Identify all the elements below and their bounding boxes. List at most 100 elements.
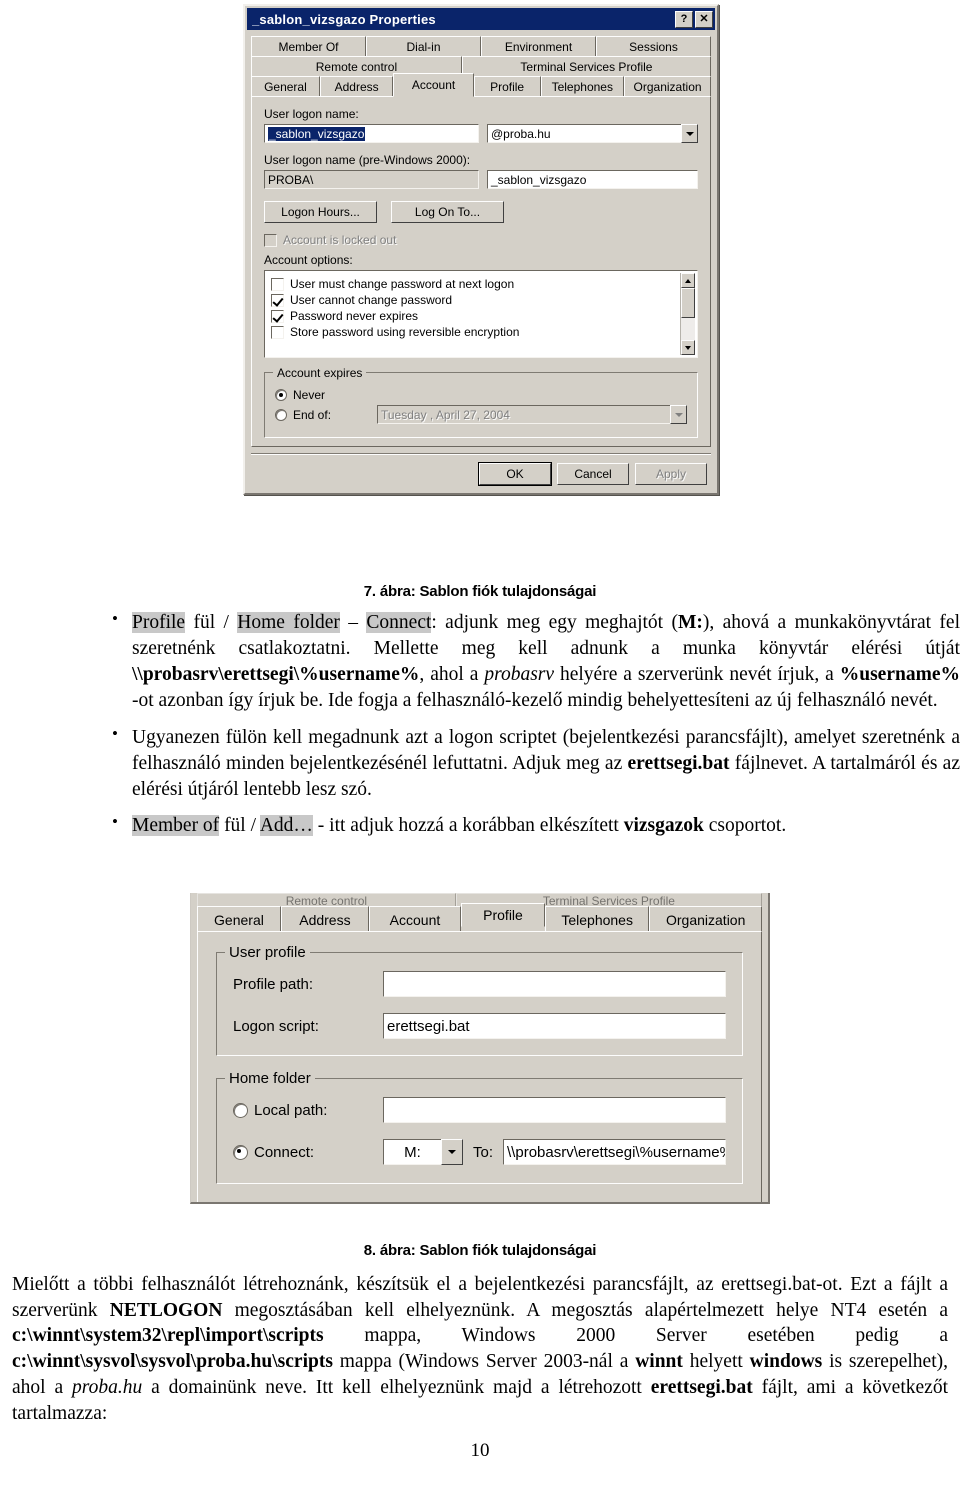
chevron-down-icon <box>670 405 687 424</box>
dialog1-tab-row-1: Member Of Dial-in Environment Sessions <box>251 36 711 57</box>
local-path-label: Local path: <box>254 1101 328 1119</box>
sablon-vizsgazo-properties-dialog[interactable]: _sablon_vizsgazo Properties ? ✕ Member O… <box>243 4 719 495</box>
account-is-locked-out-checkbox: Account is locked out <box>264 233 698 247</box>
scrollbar-thumb[interactable] <box>681 288 695 318</box>
connect-row: Connect: M: To: \\probasrv\erettsegi\%us… <box>233 1139 726 1165</box>
profile-tab-page: User profile Profile path: Logon script:… <box>197 931 762 1202</box>
logon-hours-button[interactable]: Logon Hours... <box>264 201 377 223</box>
tab-account[interactable]: Account <box>368 906 462 932</box>
radio-never[interactable]: Never <box>275 388 687 402</box>
list-item: Member of fül / Add… - itt adjuk hozzá a… <box>100 811 960 839</box>
profile-path-label: Profile path: <box>233 975 314 993</box>
scroll-up-icon[interactable] <box>681 273 695 288</box>
user-logon-name-input[interactable]: _sablon_vizsgazo <box>264 124 479 143</box>
radio-end-of-label: End of: <box>293 407 332 422</box>
figure-7-caption: 7. ábra: Sablon fiók tulajdonságai <box>363 583 597 600</box>
account-tab-page: User logon name: _sablon_vizsgazo @proba… <box>251 96 711 447</box>
dialog2-tab-row-main: General Address Account Profile Telephon… <box>197 903 763 932</box>
option-store-password-reversible-encryption[interactable]: Store password using reversible encrypti… <box>271 325 676 339</box>
list-item: Ugyanezen fülön kell megadnunk azt a log… <box>100 722 960 803</box>
tab-dial-in[interactable]: Dial-in <box>366 36 481 57</box>
expiry-date-picker: Tuesday , April 27, 2004 <box>377 405 687 424</box>
profile-tab-dialog[interactable]: Remote control Terminal Services Profile… <box>190 893 770 1204</box>
tab-organization[interactable]: Organization <box>649 906 763 932</box>
account-options-label: Account options: <box>264 253 353 267</box>
chevron-down-icon[interactable] <box>681 124 698 143</box>
connect-label: Connect: <box>254 1143 315 1161</box>
home-folder-group-title: Home folder <box>225 1070 315 1087</box>
local-path-input[interactable] <box>383 1097 726 1123</box>
pre-windows-2000-domain: PROBA\ <box>264 170 479 189</box>
checkbox-box[interactable] <box>271 309 284 323</box>
dialog1-tab-row-2: Remote control Terminal Services Profile <box>251 56 711 77</box>
local-path-row: Local path: <box>233 1097 726 1123</box>
tab-telephones[interactable]: Telephones <box>544 906 650 932</box>
dialog2-tab-strip: Remote control Terminal Services Profile… <box>191 893 768 932</box>
user-profile-group: User profile Profile path: Logon script:… <box>216 944 743 1056</box>
profile-path-row: Profile path: <box>233 971 726 997</box>
checkbox-box <box>264 233 277 247</box>
tab-address[interactable]: Address <box>319 76 394 97</box>
tab-member-of[interactable]: Member Of <box>251 36 366 57</box>
bullet-1-text: Profile fül / Home folder – Connect: adj… <box>132 612 960 712</box>
tab-general[interactable]: General <box>197 906 281 932</box>
upn-suffix-combo[interactable]: @proba.hu <box>487 124 698 143</box>
drive-letter-combo[interactable]: M: <box>383 1139 463 1165</box>
bullet-2-text: Ugyanezen fülön kell megadnunk azt a log… <box>132 726 960 800</box>
radio-button[interactable] <box>233 1102 248 1118</box>
tab-profile[interactable]: Profile <box>461 903 545 927</box>
chevron-down-icon[interactable] <box>441 1139 463 1165</box>
list-item: Profile fül / Home folder – Connect: adj… <box>100 608 960 715</box>
radio-button[interactable] <box>275 408 287 421</box>
home-folder-unc-input[interactable]: \\probasrv\erettsegi\%username% <box>503 1139 726 1165</box>
checkbox-box[interactable] <box>271 277 284 291</box>
user-profile-group-title: User profile <box>225 944 310 961</box>
radio-button[interactable] <box>233 1144 248 1160</box>
figure-8-caption: 8. ábra: Sablon fiók tulajdonságai <box>363 1242 597 1259</box>
checkbox-box[interactable] <box>271 293 284 307</box>
tab-organization[interactable]: Organization <box>624 76 711 97</box>
dialog1-tab-row-3: General Address Account Profile Telephon… <box>251 73 711 97</box>
log-on-to-button[interactable]: Log On To... <box>391 201 504 223</box>
account-options-listbox[interactable]: User must change password at next logon … <box>264 270 698 358</box>
tab-general[interactable]: General <box>251 76 320 97</box>
user-logon-name-value: _sablon_vizsgazo <box>268 126 366 141</box>
user-logon-name-row: _sablon_vizsgazo @proba.hu <box>264 124 698 143</box>
help-icon[interactable]: ? <box>675 10 693 28</box>
profile-path-input[interactable] <box>383 971 726 997</box>
ok-button[interactable]: OK <box>478 462 552 486</box>
scroll-down-icon[interactable] <box>681 340 695 355</box>
tab-address[interactable]: Address <box>280 906 369 932</box>
account-options-scrollbar[interactable] <box>680 273 695 355</box>
checkbox-box[interactable] <box>271 325 284 339</box>
tab-telephones[interactable]: Telephones <box>540 76 625 97</box>
tab-environment[interactable]: Environment <box>481 36 596 57</box>
tab-profile[interactable]: Profile <box>473 76 541 97</box>
radio-local-path[interactable]: Local path: <box>233 1102 383 1119</box>
pre-windows-2000-label: User logon name (pre-Windows 2000): <box>264 153 471 167</box>
option-password-never-expires[interactable]: Password never expires <box>271 309 676 323</box>
close-icon[interactable]: ✕ <box>695 10 713 28</box>
upn-suffix-value: @proba.hu <box>487 124 681 143</box>
closing-paragraph: Mielőtt a többi felhasználót létrehoznán… <box>12 1272 948 1426</box>
tab-sessions[interactable]: Sessions <box>596 36 711 57</box>
dialog1-title-bar[interactable]: _sablon_vizsgazo Properties ? ✕ <box>247 8 715 30</box>
pre-windows-2000-input[interactable]: _sablon_vizsgazo <box>487 170 698 189</box>
tab-remote-control[interactable]: Remote control <box>197 893 456 907</box>
option-user-cannot-change-password[interactable]: User cannot change password <box>271 293 676 307</box>
option-label: User must change password at next logon <box>290 277 515 291</box>
pre-windows-2000-row: PROBA\ _sablon_vizsgazo <box>264 170 698 189</box>
logon-script-label: Logon script: <box>233 1017 319 1035</box>
tab-account[interactable]: Account <box>393 73 474 97</box>
user-logon-name-label: User logon name: <box>264 107 359 121</box>
dialog1-title: _sablon_vizsgazo Properties <box>252 11 436 27</box>
radio-end-of[interactable]: End of: Tuesday , April 27, 2004 <box>275 405 687 424</box>
page-number: 10 <box>470 1440 490 1461</box>
radio-button[interactable] <box>275 389 287 401</box>
tab-terminal-services-profile[interactable]: Terminal Services Profile <box>461 56 711 77</box>
cancel-button[interactable]: Cancel <box>557 463 629 485</box>
logon-script-input[interactable]: erettsegi.bat <box>383 1013 726 1039</box>
option-user-must-change-password[interactable]: User must change password at next logon <box>271 277 676 291</box>
radio-connect[interactable]: Connect: <box>233 1144 383 1161</box>
scrollbar-track[interactable] <box>681 318 695 340</box>
